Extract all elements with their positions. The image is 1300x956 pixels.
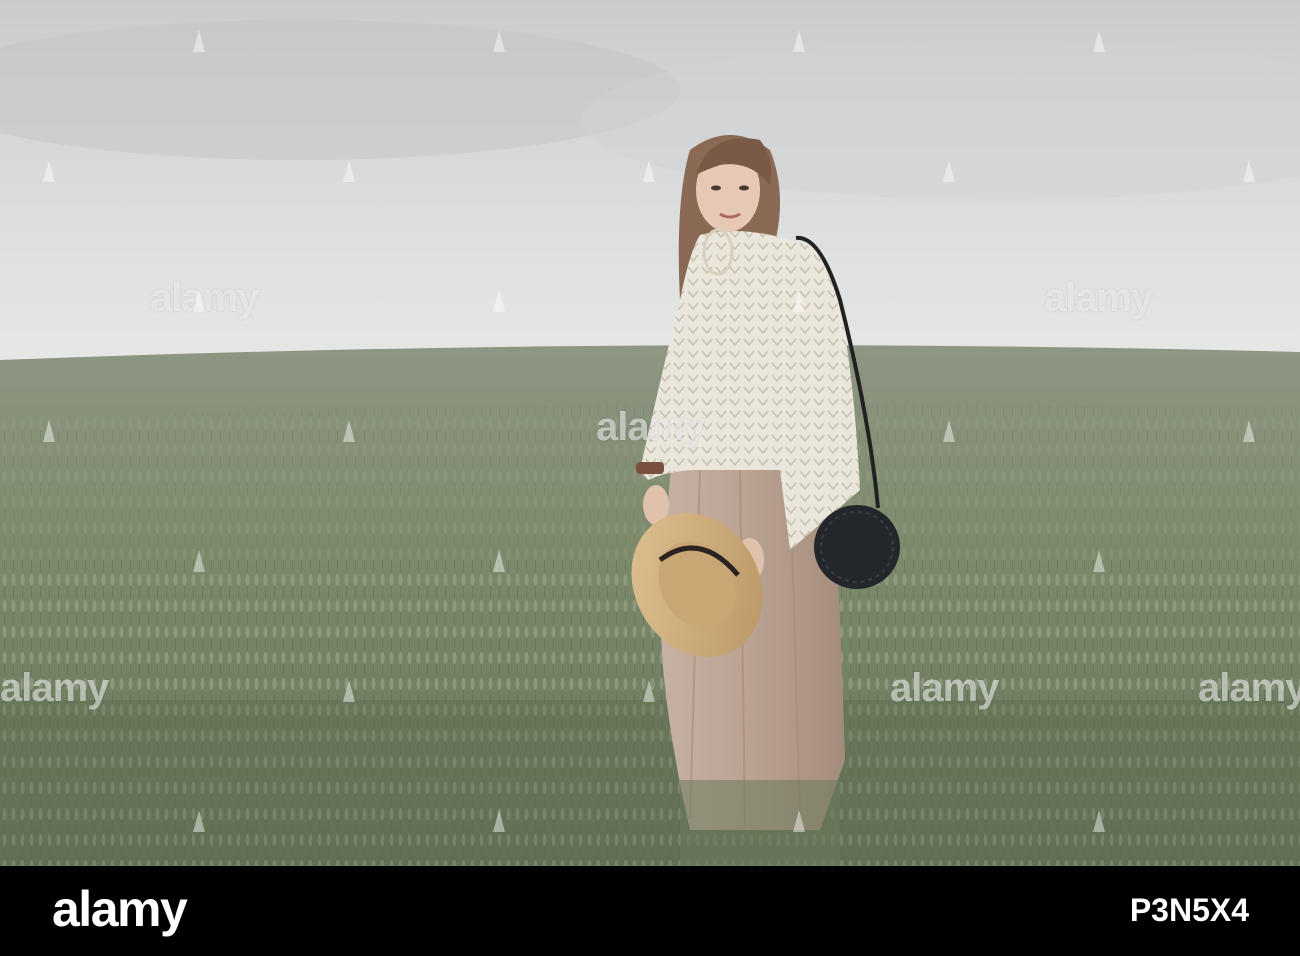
photo: alamy alamy alamy alamy alamy alamy [0,0,1300,866]
black-round-bag [814,505,900,589]
scene-illustration [0,0,1300,866]
page: alamy alamy alamy alamy alamy alamy alam… [0,0,1300,956]
alamy-logo: alamy [52,881,188,937]
footer-bar: alamy P3N5X4 [0,866,1300,956]
image-id: P3N5X4 [1129,892,1249,928]
